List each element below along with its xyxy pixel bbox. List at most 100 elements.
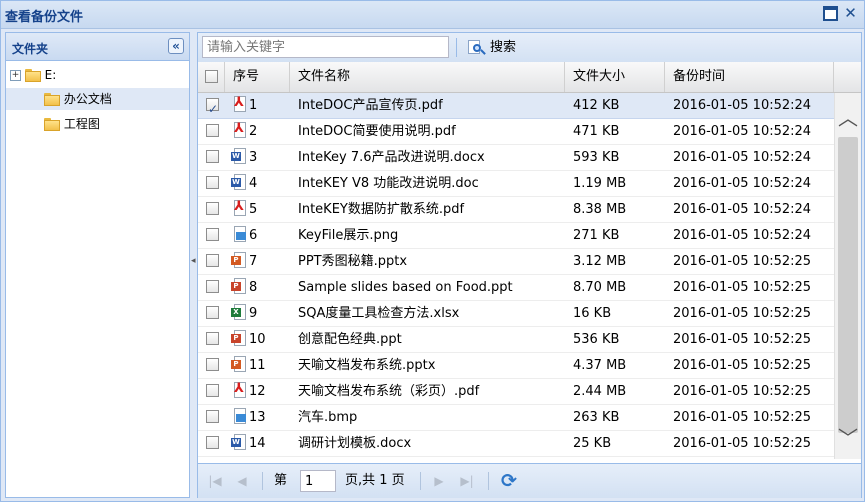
toolbar-divider — [456, 38, 457, 57]
page-number-input[interactable] — [300, 470, 336, 492]
row-checkbox[interactable] — [206, 384, 219, 397]
search-toolbar: 搜索 — [198, 33, 861, 63]
grid-scrollbar[interactable]: ︿ ﹀ — [834, 93, 861, 459]
row-file-size: 8.38 MB — [573, 202, 627, 217]
table-row[interactable]: W 14 调研计划模板.docx 25 KB 2016-01-05 10:52:25 — [198, 431, 834, 457]
close-icon[interactable]: ✕ — [843, 6, 858, 21]
row-checkbox[interactable] — [206, 306, 219, 319]
tree-node[interactable]: + E: — [10, 64, 189, 86]
row-file-name: InteKey 7.6产品改进说明.docx — [298, 150, 485, 165]
table-row[interactable]: 6 KeyFile展示.png 271 KB 2016-01-05 10:52:24 — [198, 223, 834, 249]
powerpoint-icon: P — [231, 251, 248, 269]
table-row[interactable]: X 9 SQA度量工具检查方法.xlsx 16 KB 2016-01-05 10:52:… — [198, 301, 834, 327]
page-label-suffix: 页,共 1 页 — [345, 473, 405, 488]
select-all-checkbox[interactable] — [205, 70, 218, 83]
header-file-name[interactable]: 文件名称 — [290, 62, 565, 92]
row-backup-time: 2016-01-05 10:52:24 — [673, 124, 812, 139]
table-row[interactable]: ⅄ 12 天喻文档发布系统（彩页）.pdf 2.44 MB 2016-01-05 10:… — [198, 379, 834, 405]
header-backup-time[interactable]: 备份时间 — [665, 62, 834, 92]
first-page-icon[interactable]: |◀ — [207, 473, 223, 489]
row-file-size: 271 KB — [573, 228, 620, 243]
next-page-icon[interactable]: ▶ — [431, 473, 447, 489]
folder-icon — [24, 69, 41, 82]
last-page-icon[interactable]: ▶| — [459, 473, 475, 489]
row-file-name: Sample slides based on Food.ppt — [298, 280, 513, 295]
tree-node[interactable]: 工程图 — [6, 113, 189, 135]
row-checkbox[interactable] — [206, 176, 219, 189]
table-row[interactable]: ⅄1 InteDOC产品宣传页.pdf 412 KB 2016-01-05 10:52… — [198, 93, 834, 119]
row-checkbox[interactable] — [206, 436, 219, 449]
row-index: 8 — [249, 280, 258, 295]
table-row[interactable]: ⅄ 5 InteKEY数据防扩散系统.pdf 8.38 MB 2016-01-05 10… — [198, 197, 834, 223]
row-backup-time: 2016-01-05 10:52:25 — [673, 306, 812, 321]
powerpoint-icon: P — [231, 355, 248, 373]
folder-icon — [44, 93, 60, 106]
table-row[interactable]: P 10 创意配色经典.ppt 536 KB 2016-01-05 10:52:25 — [198, 327, 834, 353]
table-row[interactable]: W 3 InteKey 7.6产品改进说明.docx 593 KB 2016-01-05… — [198, 145, 834, 171]
paging-toolbar: |◀ ◀ 第 页,共 1 页 ▶ ▶| ⟳ — [198, 463, 861, 498]
row-index: 10 — [249, 332, 266, 347]
header-index[interactable]: 序号 — [225, 62, 290, 92]
row-checkbox[interactable] — [206, 150, 219, 163]
row-backup-time: 2016-01-05 10:52:25 — [673, 436, 812, 451]
row-file-name: PPT秀图秘籍.pptx — [298, 254, 408, 269]
row-backup-time: 2016-01-05 10:52:25 — [673, 332, 812, 347]
image-icon — [231, 407, 248, 425]
window-titlebar: 查看备份文件 ✕ — [1, 1, 864, 29]
collapse-panel-icon[interactable]: « — [168, 38, 184, 54]
scroll-down-icon[interactable]: ﹀ — [835, 423, 861, 453]
search-button[interactable]: 搜索 — [468, 37, 516, 58]
scrollbar-thumb[interactable] — [838, 137, 858, 433]
tree-node-label: 办公文档 — [63, 92, 112, 106]
row-index: 2 — [249, 124, 258, 139]
tree-node-label: E: — [44, 68, 57, 82]
row-index: 11 — [249, 358, 266, 373]
maximize-icon[interactable] — [823, 6, 838, 21]
row-checkbox[interactable] — [206, 280, 219, 293]
folder-panel-header: 文件夹 « — [6, 33, 189, 61]
row-file-name: 天喻文档发布系统（彩页）.pdf — [298, 384, 480, 399]
row-checkbox[interactable] — [206, 124, 219, 137]
table-row[interactable]: ⅄ 2 InteDOC简要使用说明.pdf 471 KB 2016-01-05 10:5… — [198, 119, 834, 145]
row-index: 13 — [249, 410, 266, 425]
row-index: 1 — [249, 98, 258, 113]
word-doc-icon: W — [231, 173, 248, 191]
pdf-icon: ⅄ — [231, 381, 248, 399]
table-row[interactable]: P 8 Sample slides based on Food.ppt 8.70 MB… — [198, 275, 834, 301]
row-file-size: 16 KB — [573, 306, 612, 321]
row-file-size: 25 KB — [573, 436, 612, 451]
row-backup-time: 2016-01-05 10:52:25 — [673, 254, 812, 269]
row-checkbox[interactable] — [206, 254, 219, 267]
search-button-label: 搜索 — [490, 40, 517, 55]
row-index: 3 — [249, 150, 258, 165]
pager-divider — [262, 472, 263, 490]
table-row[interactable]: P 11 天喻文档发布系统.pptx 4.37 MB 2016-01-05 10:52:… — [198, 353, 834, 379]
page-label-prefix: 第 — [274, 473, 288, 488]
table-row[interactable]: W 4 InteKEY V8 功能改进说明.doc 1.19 MB 2016-01-05… — [198, 171, 834, 197]
row-checkbox[interactable] — [206, 96, 219, 119]
row-checkbox[interactable] — [206, 358, 219, 371]
tree-node[interactable]: 办公文档 — [6, 88, 189, 110]
row-checkbox[interactable] — [206, 202, 219, 215]
table-row[interactable]: P 7 PPT秀图秘籍.pptx 3.12 MB 2016-01-05 10:52:25 — [198, 249, 834, 275]
row-checkbox[interactable] — [206, 332, 219, 345]
header-file-size[interactable]: 文件大小 — [565, 62, 665, 92]
row-index: 12 — [249, 384, 266, 399]
grid-header: 序号 文件名称 文件大小 备份时间 — [198, 62, 861, 93]
expand-icon[interactable]: + — [10, 70, 21, 81]
pager-divider — [420, 472, 421, 490]
search-input[interactable] — [202, 36, 449, 58]
row-index: 7 — [249, 254, 258, 269]
prev-page-icon[interactable]: ◀ — [234, 473, 250, 489]
row-checkbox[interactable] — [206, 410, 219, 423]
refresh-icon[interactable]: ⟳ — [499, 471, 519, 491]
file-panel: 搜索 序号 文件名称 文件大小 备份时间 ⅄1InteDOC产品宣传页.pdf4… — [197, 32, 862, 498]
powerpoint-legacy-icon: P — [231, 277, 248, 295]
row-checkbox[interactable] — [206, 228, 219, 241]
table-row[interactable]: 13 汽车.bmp 263 KB 2016-01-05 10:52:25 — [198, 405, 834, 431]
header-select-all[interactable] — [198, 62, 225, 92]
scroll-up-icon[interactable]: ︿ — [835, 103, 861, 133]
excel-icon: X — [231, 303, 248, 321]
splitter-handle-icon[interactable]: ◂ — [191, 256, 196, 270]
folder-icon — [44, 118, 60, 131]
